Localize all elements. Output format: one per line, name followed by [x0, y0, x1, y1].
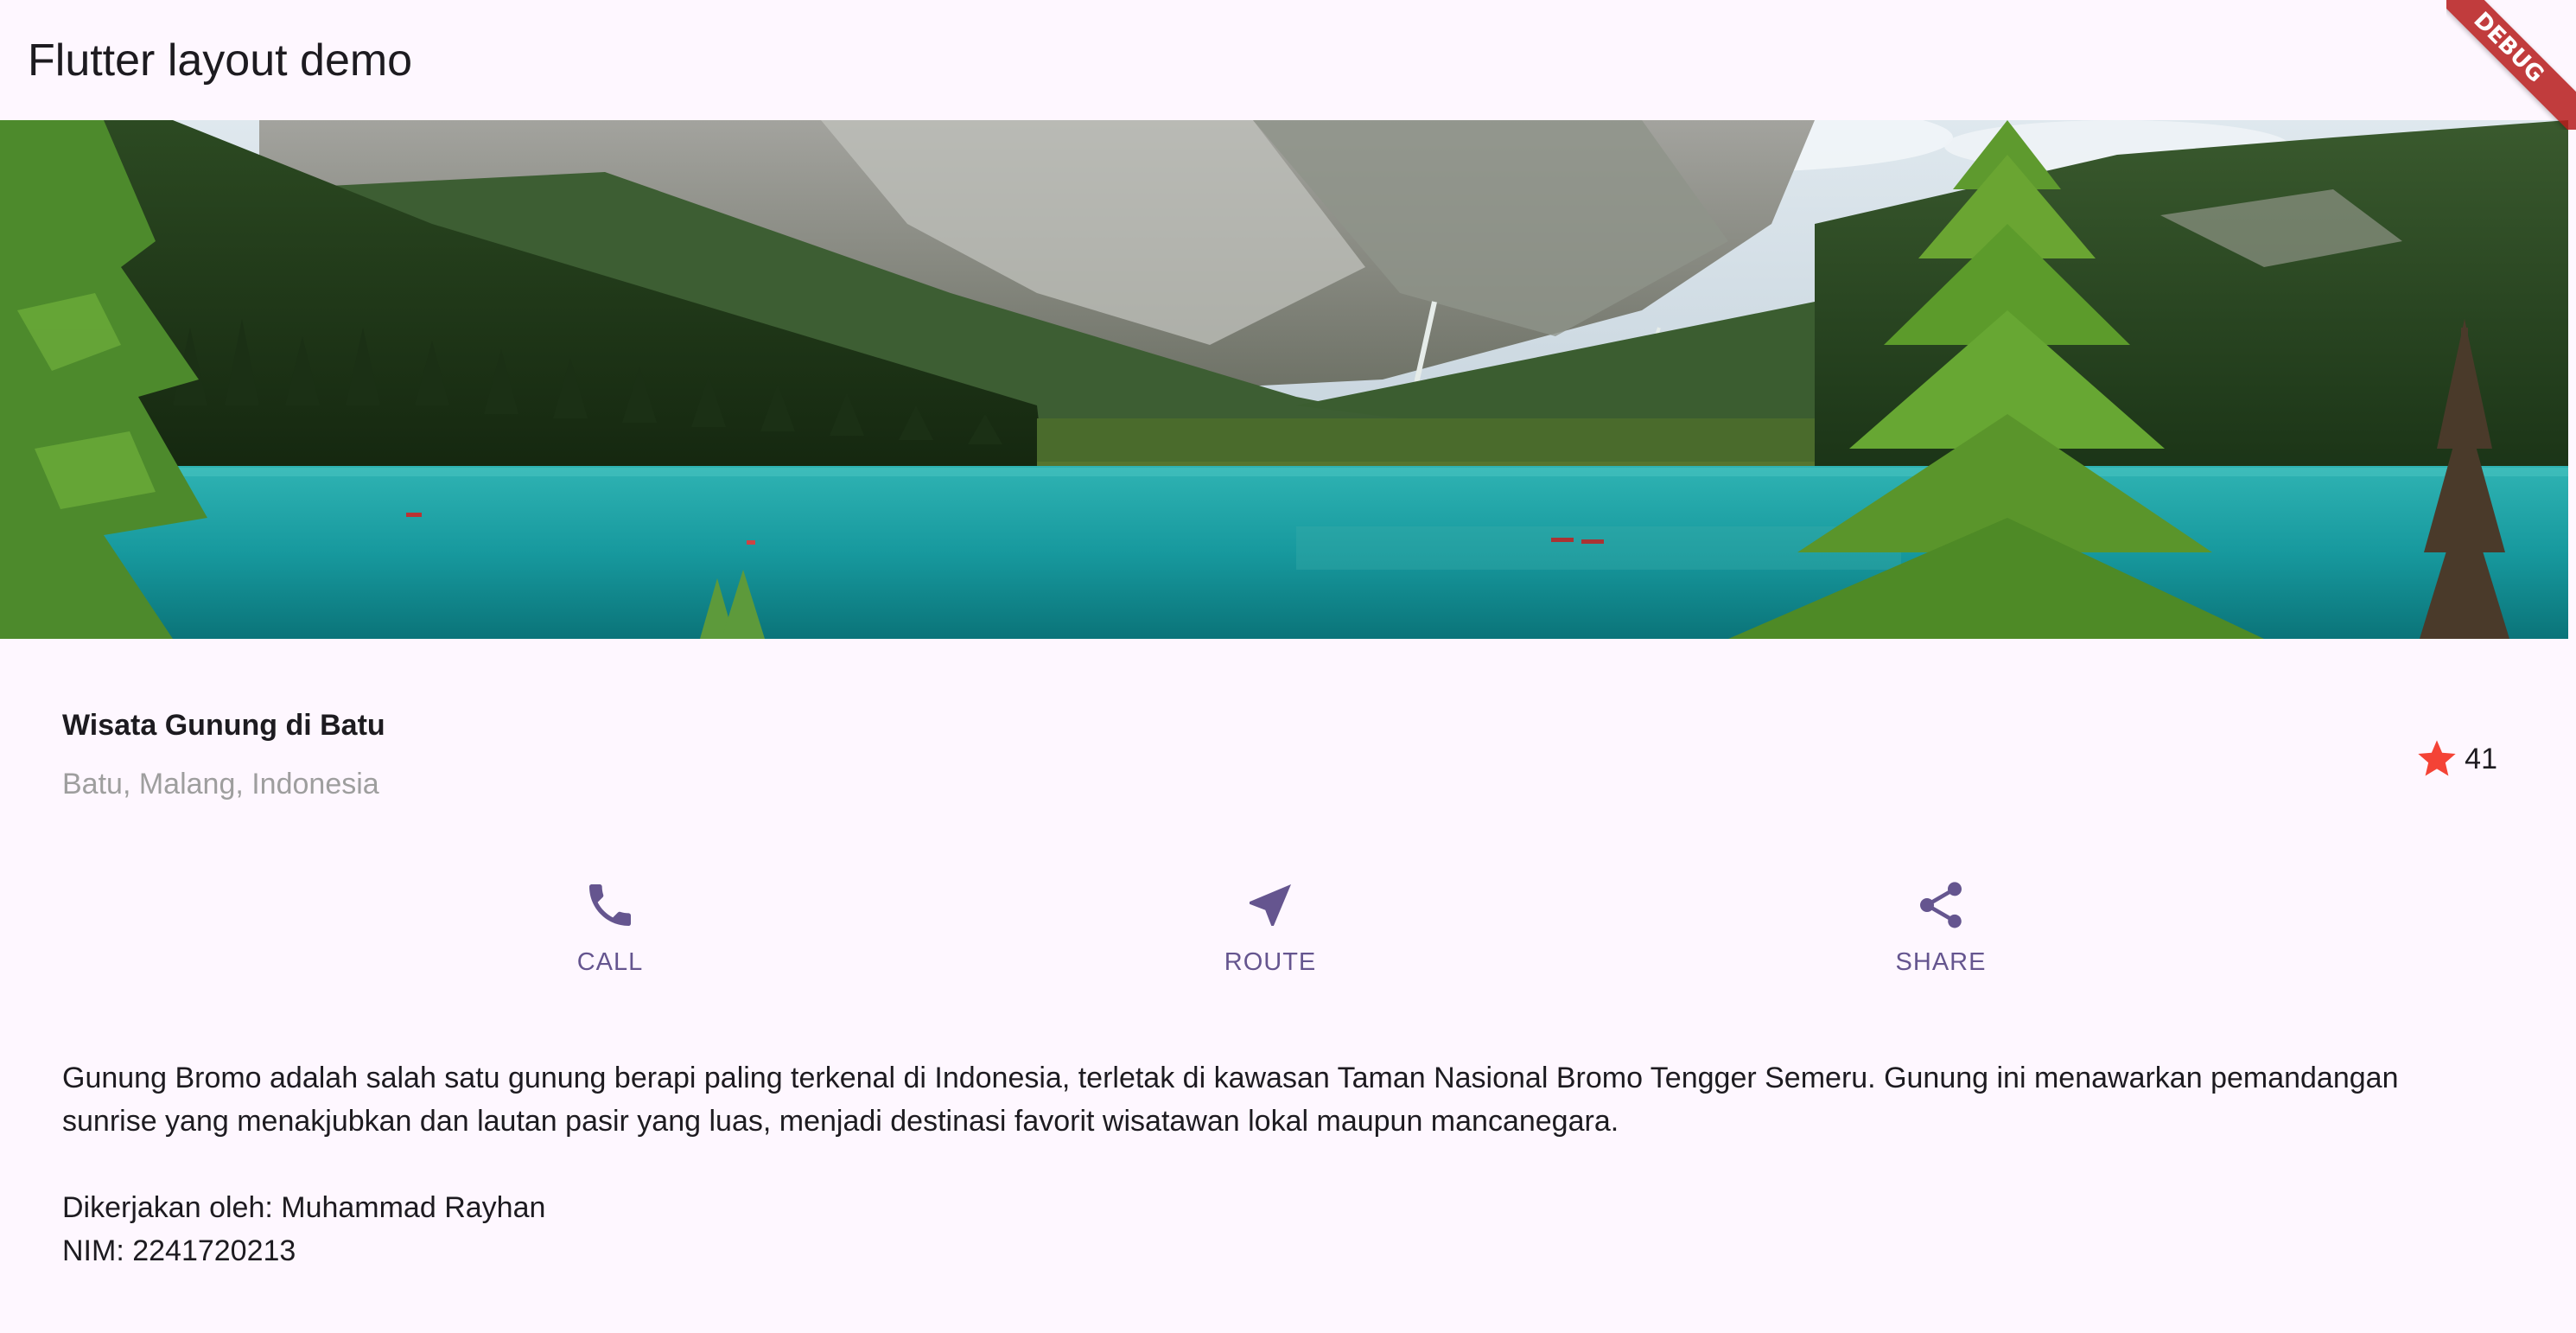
description-text: Gunung Bromo adalah salah satu gunung be…: [62, 1062, 2399, 1138]
call-label: CALL: [576, 948, 644, 976]
share-button[interactable]: SHARE: [1854, 877, 2027, 990]
route-label: ROUTE: [1224, 948, 1317, 976]
phone-icon: [582, 877, 638, 933]
rating-count: 41: [2465, 742, 2497, 775]
app-bar: Flutter layout demo: [0, 0, 2576, 120]
nim-text: NIM: 2241720213: [62, 1234, 296, 1267]
route-button[interactable]: ROUTE: [1184, 877, 1357, 990]
title-section: Wisata Gunung di Batu Batu, Malang, Indo…: [62, 709, 2516, 813]
rating[interactable]: 41: [2414, 737, 2497, 781]
share-icon: [1913, 877, 1969, 933]
share-label: SHARE: [1895, 948, 1987, 976]
author-text: Dikerjakan oleh: Muhammad Rayhan: [62, 1191, 546, 1224]
app-window: Flutter layout demo DEBUG Wisata Gunung …: [0, 0, 2576, 1333]
call-button[interactable]: CALL: [524, 877, 696, 990]
text-section: Gunung Bromo adalah salah satu gunung be…: [62, 1056, 2413, 1272]
place-name: Wisata Gunung di Batu: [62, 709, 385, 742]
place-location: Batu, Malang, Indonesia: [62, 768, 379, 800]
app-bar-title: Flutter layout demo: [28, 35, 413, 86]
button-row: CALL ROUTE SHARE: [0, 877, 2568, 990]
star-icon[interactable]: [2414, 737, 2459, 781]
near-me-icon: [1243, 877, 1298, 933]
hero-image: [0, 120, 2568, 639]
